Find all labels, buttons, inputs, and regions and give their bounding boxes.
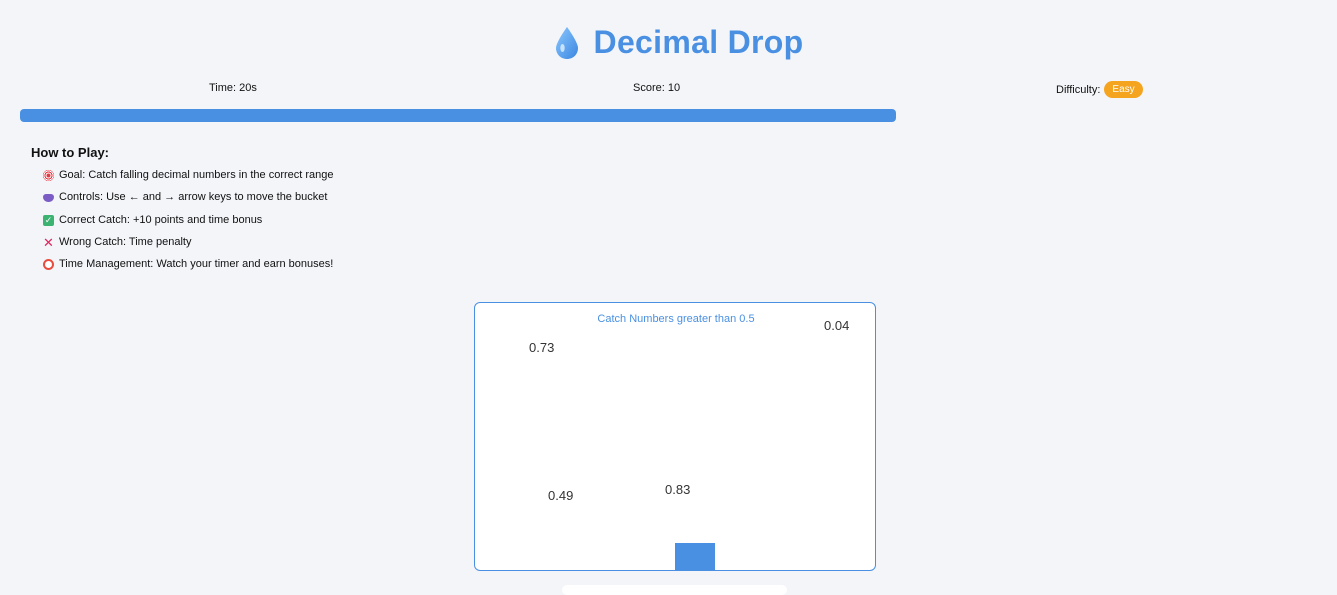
instruction-text: Correct Catch: +10 points and time bonus — [59, 213, 263, 226]
time-display: Time: 20s — [209, 82, 257, 94]
list-item: Time Management: Watch your timer and ea… — [43, 258, 334, 280]
how-to-play-panel: How to Play: Goal: Catch falling decimal… — [31, 145, 334, 280]
target-instruction: Catch Numbers greater than 0.5 — [597, 313, 755, 325]
instruction-text: Controls: Use ← and → arrow keys to move… — [59, 191, 328, 204]
checkmark-icon: ✓ — [43, 214, 54, 226]
falling-number: 0.73 — [529, 340, 555, 355]
list-item: ✓ Correct Catch: +10 points and time bon… — [43, 214, 334, 236]
cross-icon: ✕ — [43, 234, 54, 250]
bucket[interactable] — [675, 543, 715, 570]
instructions-list: Goal: Catch falling decimal numbers in t… — [31, 169, 334, 280]
stats-bar: Time: 20s Score: 10 Difficulty: Easy — [0, 81, 1337, 98]
instruction-text: Time Management: Watch your timer and ea… — [59, 258, 334, 271]
below-panel — [562, 585, 787, 595]
falling-number: 0.83 — [665, 482, 691, 497]
timer-progress-bar — [20, 109, 896, 122]
instruction-text: Wrong Catch: Time penalty — [59, 235, 192, 248]
alarm-clock-icon — [43, 259, 54, 271]
instruction-text: Goal: Catch falling decimal numbers in t… — [59, 169, 334, 181]
difficulty-display: Difficulty: Easy — [1056, 81, 1143, 98]
list-item: Goal: Catch falling decimal numbers in t… — [43, 169, 334, 191]
page-title: Decimal Drop — [593, 24, 804, 60]
score-display: Score: 10 — [633, 82, 681, 94]
how-to-play-title: How to Play: — [31, 145, 110, 160]
falling-number: 0.49 — [548, 488, 574, 503]
difficulty-label: Difficulty: — [1056, 83, 1101, 96]
difficulty-badge: Easy — [1104, 81, 1143, 98]
list-item: ✕ Wrong Catch: Time penalty — [43, 236, 334, 258]
list-item: Controls: Use ← and → arrow keys to move… — [43, 191, 334, 213]
target-icon — [43, 170, 54, 181]
header: Decimal Drop — [0, 24, 1337, 61]
gamepad-icon — [43, 194, 54, 203]
game-area[interactable]: Catch Numbers greater than 0.5 0.73 0.04… — [474, 302, 876, 571]
falling-number: 0.04 — [824, 318, 850, 333]
water-drop-icon — [555, 26, 578, 59]
